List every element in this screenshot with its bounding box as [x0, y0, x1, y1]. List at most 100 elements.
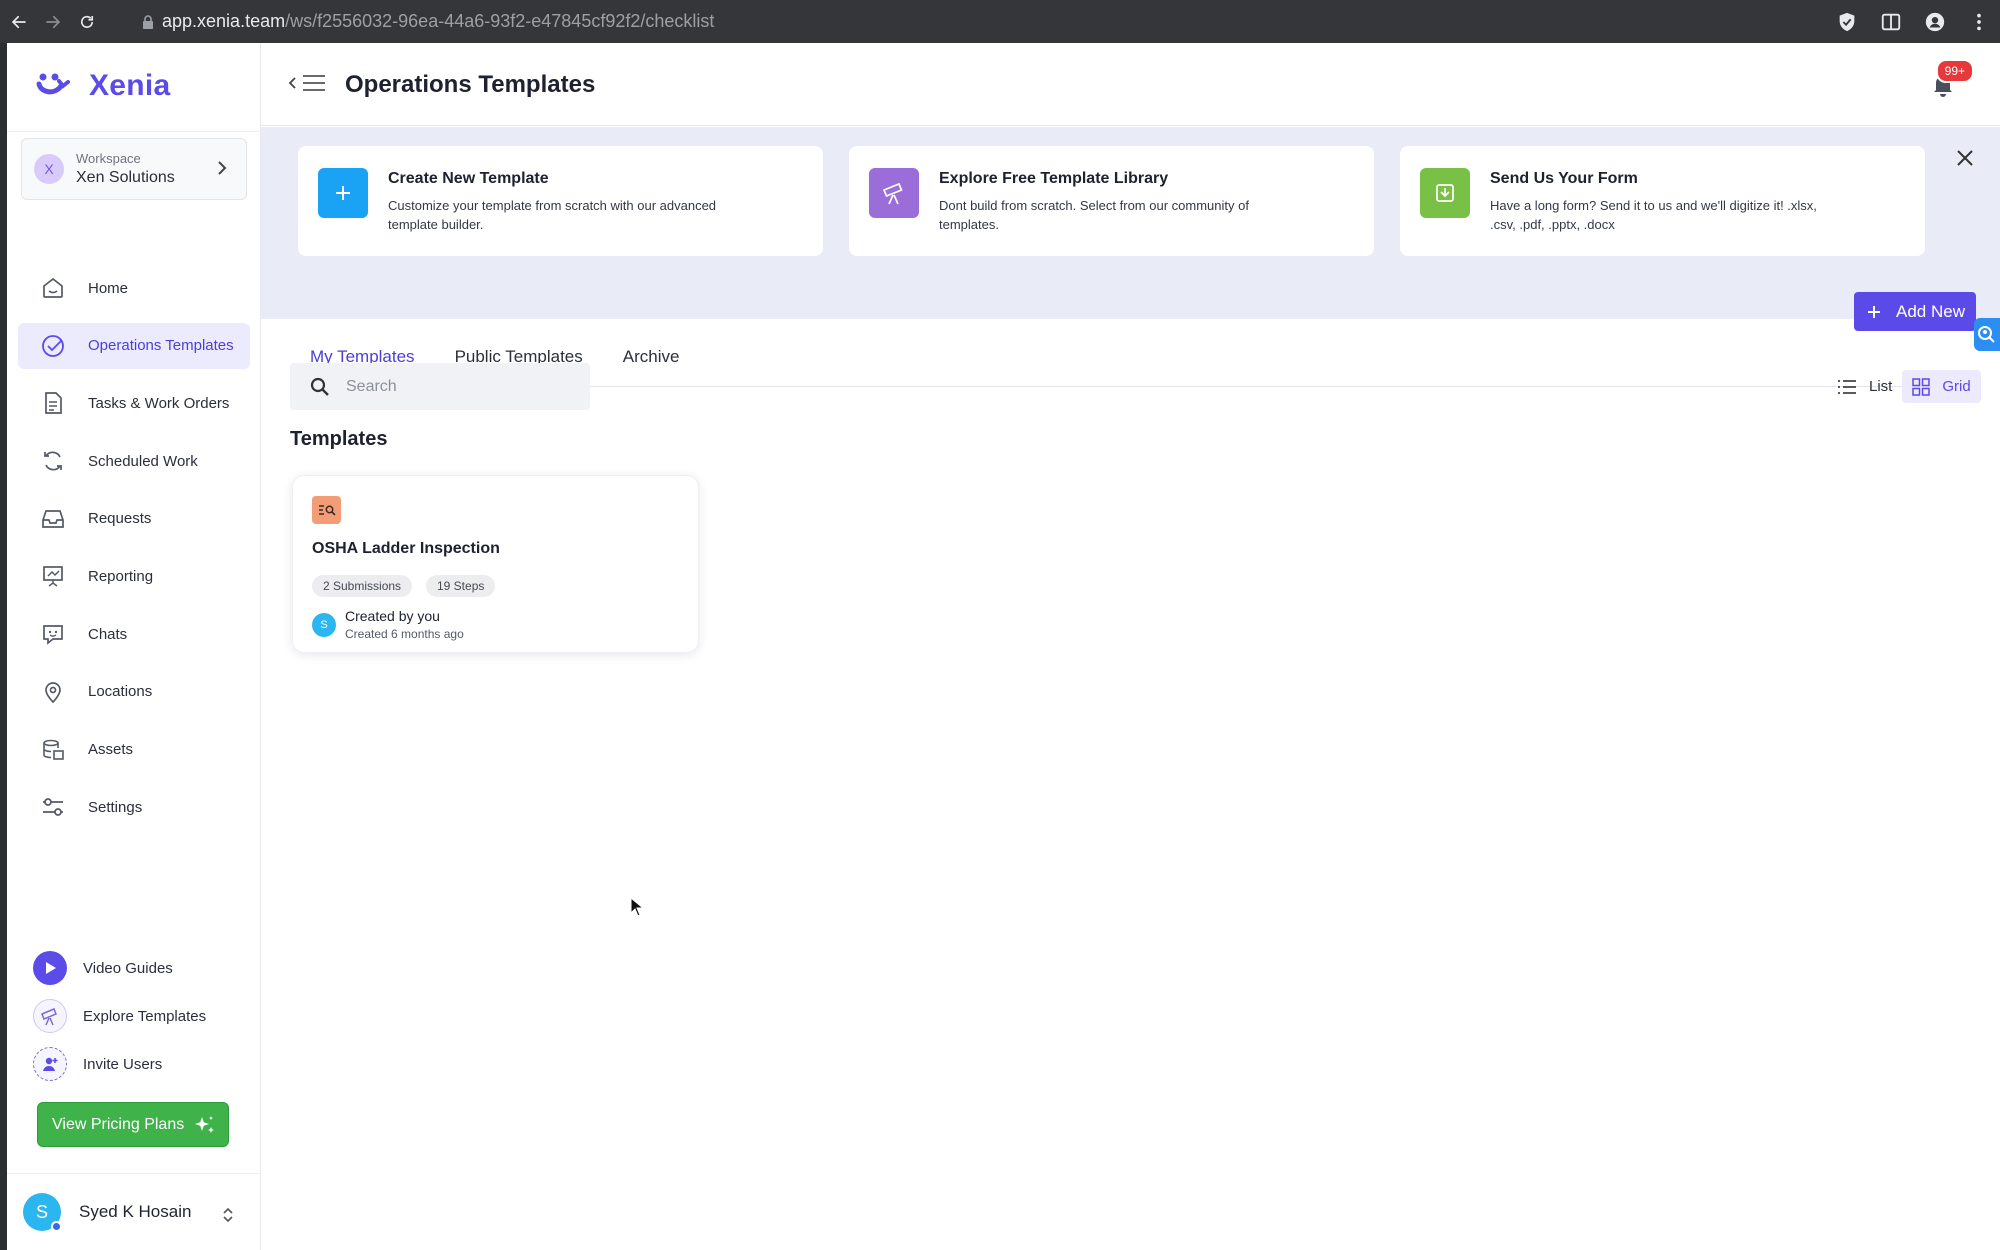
user-menu[interactable]: S Syed K Hosain — [23, 1193, 191, 1232]
template-created-time: Created 6 months ago — [345, 627, 464, 641]
invite-users-link[interactable]: Invite Users — [33, 1046, 206, 1082]
reload-icon[interactable] — [72, 7, 102, 37]
search-icon — [310, 377, 329, 396]
send-us-your-form-card[interactable]: Send Us Your Form Have a long form? Send… — [1400, 146, 1925, 256]
sidebar-item-home[interactable]: Home — [18, 265, 250, 311]
forward-arrow-icon[interactable] — [38, 7, 68, 37]
logo[interactable]: Xenia — [35, 69, 171, 103]
plus-icon — [1868, 305, 1880, 318]
grid-view-label: Grid — [1942, 378, 1971, 395]
template-owner: Created by you — [345, 608, 440, 624]
url-host: app.xenia.team — [162, 11, 286, 31]
invite-users-label: Invite Users — [83, 1055, 163, 1073]
user-plus-icon — [33, 1047, 67, 1081]
list-view-label: List — [1869, 378, 1893, 395]
create-new-template-card[interactable]: Create New Template Customize your templ… — [298, 146, 823, 256]
sidebar-item-label: Reporting — [88, 567, 154, 585]
chevron-up-down-icon[interactable] — [221, 1206, 235, 1224]
magnifier-icon — [1978, 325, 1995, 343]
app-window: Xenia X Workspace Xen Solutions Home Ope… — [7, 43, 2000, 1250]
sidebar-item-tasks-work-orders[interactable]: Tasks & Work Orders — [18, 380, 250, 426]
telescope-icon — [33, 999, 67, 1033]
address-bar[interactable]: app.xenia.team/ws/f2556032-96ea-44a6-93f… — [142, 11, 714, 32]
chevron-right-icon — [218, 161, 227, 175]
template-card[interactable]: OSHA Ladder Inspection 2 Submissions 19 … — [292, 475, 699, 653]
sidebar-item-chats[interactable]: Chats — [18, 611, 250, 657]
toggle-sidebar-button[interactable] — [287, 73, 327, 93]
sidebar-item-label: Home — [88, 279, 129, 297]
page-header: Operations Templates 99+ — [261, 43, 2000, 126]
card-description: Dont build from scratch. Select from our… — [939, 198, 1249, 232]
sidebar-item-label: Requests — [88, 510, 152, 528]
card-description: Customize your template from scratch wit… — [388, 198, 717, 232]
shield-icon[interactable] — [1836, 11, 1858, 33]
workspace-label: Workspace — [76, 151, 141, 166]
sidebar-item-assets[interactable]: Assets — [18, 727, 250, 773]
workspace-avatar: X — [34, 154, 64, 184]
sidebar-item-requests[interactable]: Requests — [18, 496, 250, 542]
side-panel-icon[interactable] — [1880, 11, 1902, 33]
close-icon[interactable] — [1956, 149, 1974, 167]
sidebar-bottom-links: Video Guides Explore Templates Invite Us… — [33, 950, 206, 1094]
avatar: S — [23, 1193, 62, 1232]
view-toggle: List Grid — [1827, 370, 1981, 403]
template-name: OSHA Ladder Inspection — [312, 540, 500, 557]
sidebar-item-locations[interactable]: Locations — [18, 669, 250, 715]
telescope-icon — [869, 168, 919, 218]
card-title: Create New Template — [388, 170, 549, 187]
database-icon — [43, 739, 64, 760]
video-guides-link[interactable]: Video Guides — [33, 950, 206, 986]
sidebar-item-label: Assets — [88, 741, 134, 758]
view-pricing-plans-button[interactable]: View Pricing Plans — [37, 1102, 229, 1147]
profile-icon[interactable] — [1924, 11, 1946, 33]
sidebar-item-label: Chats — [88, 625, 128, 643]
play-icon — [33, 951, 67, 985]
getting-started-banner: Create New Template Customize your templ… — [261, 127, 2000, 319]
list-view-button[interactable]: List — [1827, 370, 1902, 403]
grid-view-button[interactable]: Grid — [1902, 370, 1981, 403]
search-input[interactable] — [346, 377, 566, 396]
sidebar-item-reporting[interactable]: Reporting — [18, 553, 250, 599]
list-icon — [1838, 379, 1856, 394]
sidebar-item-operations-templates[interactable]: Operations Templates — [18, 322, 250, 369]
online-status-dot — [51, 1221, 62, 1232]
explore-templates-link[interactable]: Explore Templates — [33, 998, 206, 1034]
browser-toolbar: app.xenia.team/ws/f2556032-96ea-44a6-93f… — [0, 0, 2000, 43]
document-icon — [45, 392, 62, 415]
user-avatar-letter: S — [35, 1201, 48, 1222]
sidebar-menu: Home Operations Templates Tasks & Work O… — [18, 265, 250, 842]
card-title: Explore Free Template Library — [939, 170, 1169, 187]
sidebar-item-settings[interactable]: Settings — [18, 784, 250, 830]
map-pin-icon — [45, 681, 61, 704]
side-search-tool[interactable] — [1974, 318, 2000, 351]
sidebar-item-label: Scheduled Work — [88, 452, 198, 470]
card-title: Send Us Your Form — [1490, 170, 1638, 187]
sidebar-item-scheduled-work[interactable]: Scheduled Work — [18, 438, 250, 484]
inbox-icon — [42, 509, 64, 528]
grid-icon — [1912, 377, 1931, 396]
add-new-button[interactable]: Add New — [1854, 292, 1976, 331]
more-vert-icon[interactable] — [1968, 11, 1990, 33]
sidebar-item-label: Locations — [88, 683, 153, 701]
sidebar-item-label: Settings — [88, 798, 143, 816]
refresh-icon — [44, 451, 62, 471]
tab-archive[interactable]: Archive — [603, 330, 700, 386]
mouse-cursor-icon — [630, 897, 644, 917]
divider — [7, 131, 261, 132]
divider — [7, 1173, 261, 1174]
sidebar-item-label: Tasks & Work Orders — [88, 394, 230, 412]
templates-section-title: Templates — [290, 428, 388, 450]
sidebar: Xenia X Workspace Xen Solutions Home Ope… — [7, 43, 261, 1250]
explore-template-library-card[interactable]: Explore Free Template Library Dont build… — [849, 146, 1374, 256]
page-title: Operations Templates — [345, 71, 596, 98]
xenia-logo-icon — [36, 73, 70, 95]
back-arrow-icon[interactable] — [4, 7, 34, 37]
workspace-name: Xen Solutions — [76, 169, 175, 186]
hamburger-menu-icon — [303, 75, 325, 91]
sparkle-icon — [195, 1116, 214, 1133]
home-icon — [43, 277, 63, 298]
plus-icon — [318, 168, 368, 218]
download-icon — [1420, 168, 1470, 218]
chat-icon — [43, 625, 63, 645]
workspace-switcher[interactable]: X Workspace Xen Solutions — [21, 138, 247, 200]
